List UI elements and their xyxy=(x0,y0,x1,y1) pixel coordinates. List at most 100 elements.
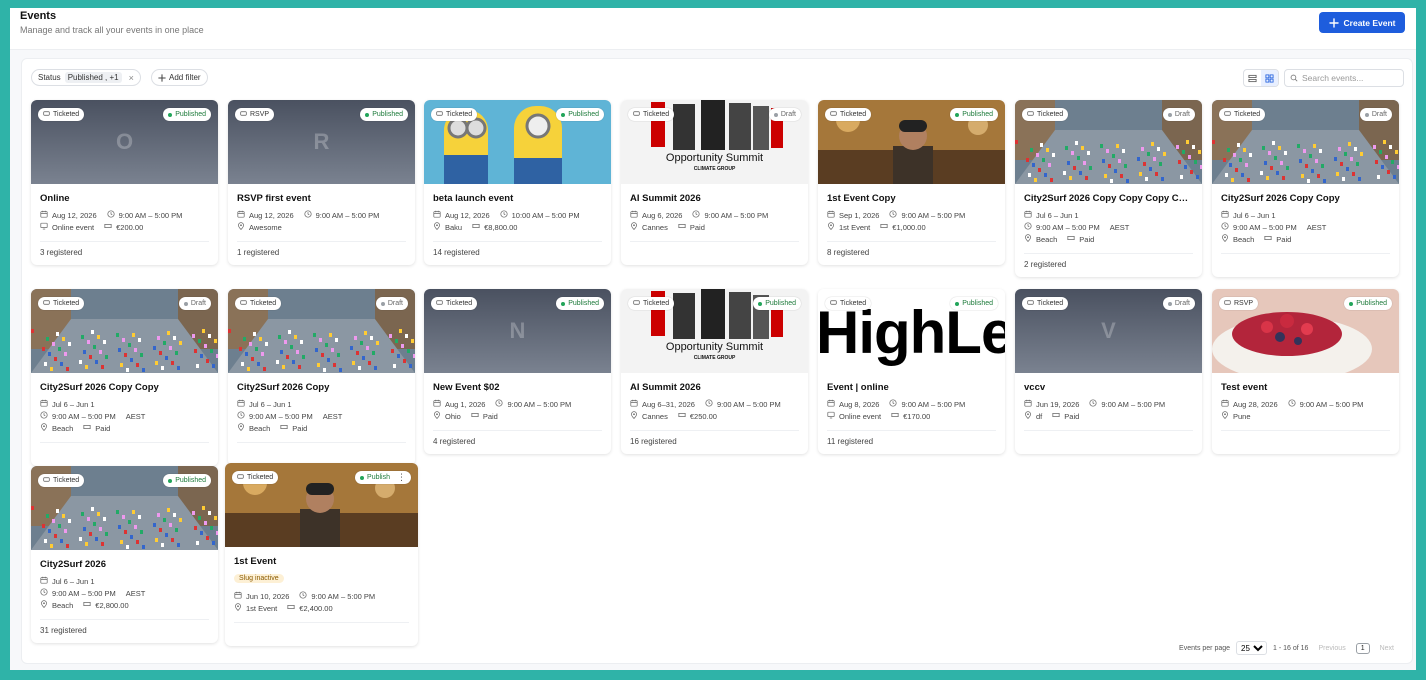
event-status: Published xyxy=(962,300,993,307)
event-time-row: 9:00 AM – 5:00 PM AEST xyxy=(1221,221,1390,233)
event-card[interactable]: V vccv Jun 19, 2026 9:00 AM – 5:00 PM df Pa… xyxy=(1015,289,1202,454)
event-location-row: Online event €170.00 xyxy=(827,410,996,422)
event-card[interactable]: beta launch event Aug 12, 2026 10:00 AM –… xyxy=(424,100,611,265)
create-event-button[interactable]: Create Event xyxy=(1319,12,1405,33)
status-dot xyxy=(955,112,960,117)
event-date-row: Aug 8, 2026 9:00 AM – 5:00 PM xyxy=(827,398,996,410)
event-location: Cannes xyxy=(642,411,668,421)
event-type: RSVP xyxy=(250,111,270,118)
more-options-icon[interactable]: ⋮ xyxy=(397,472,406,483)
event-time-row: 9:00 AM – 5:00 PM AEST xyxy=(40,587,209,599)
event-card[interactable]: 1st Event Copy Sep 1, 2026 9:00 AM – 5:00… xyxy=(818,100,1005,265)
event-status-badge: Draft xyxy=(375,297,408,310)
event-type: Ticketed xyxy=(446,300,473,307)
location-icon xyxy=(1221,234,1233,244)
event-card[interactable]: City2Surf 2026 Jul 6 – Jun 1 9:00 AM – 5:… xyxy=(31,466,218,643)
ticket-icon xyxy=(104,222,116,232)
event-price: €2,400.00 xyxy=(299,603,333,613)
event-name: Test event xyxy=(1221,382,1268,393)
event-date: Sep 1, 2026 xyxy=(839,210,880,220)
clock-icon xyxy=(1024,222,1036,232)
per-page-select[interactable]: 25 xyxy=(1236,641,1268,655)
event-type-badge: Ticketed xyxy=(235,297,282,310)
event-price: Paid xyxy=(1276,234,1292,244)
ticket-icon xyxy=(240,110,247,119)
per-page-label: Events per page xyxy=(1179,644,1231,652)
event-card[interactable]: City2Surf 2026 Copy Copy Jul 6 – Jun 1 9:… xyxy=(31,289,218,466)
status-dot xyxy=(561,112,566,117)
event-type: RSVP xyxy=(1234,300,1254,307)
event-status: Draft xyxy=(1174,300,1190,307)
calendar-icon xyxy=(234,591,246,601)
event-registered: 2 registered xyxy=(1024,253,1193,277)
event-status: Draft xyxy=(1174,111,1190,118)
event-date-row: Jun 10, 2026 9:00 AM – 5:00 PM xyxy=(234,590,409,602)
event-location: Beach xyxy=(52,600,74,610)
event-price: Paid xyxy=(1064,411,1080,421)
event-registered xyxy=(1221,430,1390,454)
calendar-icon xyxy=(40,399,52,409)
event-date: Jul 6 – Jun 1 xyxy=(249,399,292,409)
event-status: Published xyxy=(175,477,206,484)
event-type-badge: Ticketed xyxy=(38,297,85,310)
close-icon[interactable]: × xyxy=(129,73,134,83)
event-date: Aug 1, 2026 xyxy=(445,399,486,409)
event-price: €8,800.00 xyxy=(484,222,518,232)
page-number-button[interactable]: 1 xyxy=(1355,642,1370,654)
event-card[interactable]: HighLe Event | online Aug 8, 2026 9:00 AM… xyxy=(818,289,1005,454)
event-price: €170.00 xyxy=(903,411,931,421)
event-type: Ticketed xyxy=(53,300,80,307)
event-time: 10:00 AM – 5:00 PM xyxy=(511,210,580,220)
event-location: 1st Event xyxy=(246,603,278,613)
event-card[interactable]: City2Surf 2026 Copy Jul 6 – Jun 1 9:00 AM… xyxy=(228,289,415,466)
status-dot xyxy=(168,478,173,483)
event-type-badge: Ticketed xyxy=(1022,108,1069,121)
event-status: Draft xyxy=(1371,111,1387,118)
event-location: Pune xyxy=(1233,411,1251,421)
event-card[interactable]: City2Surf 2026 Copy Copy Copy Copy Jul 6… xyxy=(1015,100,1202,277)
event-price: €200.00 xyxy=(116,222,144,232)
event-location-row: Cannes Paid xyxy=(630,221,799,233)
event-status: Draft xyxy=(190,300,206,307)
ticket-icon xyxy=(1052,411,1064,421)
event-registered xyxy=(1221,253,1390,277)
search-input[interactable] xyxy=(1302,73,1397,83)
event-card[interactable]: O Online Aug 12, 2026 9:00 AM – 5:00 PM On… xyxy=(31,100,218,265)
search-box xyxy=(1284,69,1404,87)
event-card[interactable]: Opportunity Summit CLIMATE GROUP AI Summ… xyxy=(621,100,808,265)
create-event-label: Create Event xyxy=(1343,17,1396,28)
calendar-icon xyxy=(1221,210,1233,220)
ticket-icon xyxy=(830,299,837,308)
event-type: Ticketed xyxy=(1037,300,1064,307)
events-panel: Status Published , +1 × Add filter Searc… xyxy=(21,58,1413,664)
event-card[interactable]: R RSVP first event Aug 12, 2026 9:00 AM –… xyxy=(228,100,415,265)
ticket-icon xyxy=(43,476,50,485)
event-card[interactable]: City2Surf 2026 Copy Copy Jul 6 – Jun 1 9:… xyxy=(1212,100,1399,277)
previous-page-button[interactable]: Previous xyxy=(1314,645,1349,652)
event-price: €2,800.00 xyxy=(95,600,129,610)
grid-view-button[interactable] xyxy=(1261,70,1278,86)
event-timezone: AEST xyxy=(1306,222,1327,232)
status-filter-chip[interactable]: Status Published , +1 × xyxy=(31,69,141,86)
event-card[interactable]: Opportunity Summit CLIMATE GROUP AI Summ… xyxy=(621,289,808,454)
next-page-button[interactable]: Next xyxy=(1376,645,1398,652)
event-card[interactable]: 1st Event Slug inactive Jun 10, 2026 9:00… xyxy=(225,463,418,646)
event-location-row: Beach €2,800.00 xyxy=(40,599,209,611)
event-price: Paid xyxy=(292,423,308,433)
clock-icon xyxy=(40,588,52,598)
event-status-badge: Draft xyxy=(1162,297,1195,310)
event-time: 9:00 AM – 5:00 PM xyxy=(1233,222,1297,232)
calendar-icon xyxy=(40,576,52,586)
events-app: Events Manage and track all your events … xyxy=(10,8,1416,670)
calendar-icon xyxy=(1024,399,1036,409)
event-card[interactable]: N New Event $02 Aug 1, 2026 9:00 AM – 5:0… xyxy=(424,289,611,454)
event-type: Ticketed xyxy=(1234,111,1261,118)
list-view-button[interactable] xyxy=(1244,70,1261,86)
plus-icon xyxy=(158,73,166,82)
event-card[interactable]: Test event Aug 28, 2026 9:00 AM – 5:00 PM… xyxy=(1212,289,1399,454)
ticket-icon xyxy=(280,423,292,433)
event-registered: 16 registered xyxy=(630,430,799,454)
event-type-badge: Ticketed xyxy=(431,108,478,121)
add-filter-button[interactable]: Add filter xyxy=(151,69,208,86)
event-date: Jun 19, 2026 xyxy=(1036,399,1080,409)
